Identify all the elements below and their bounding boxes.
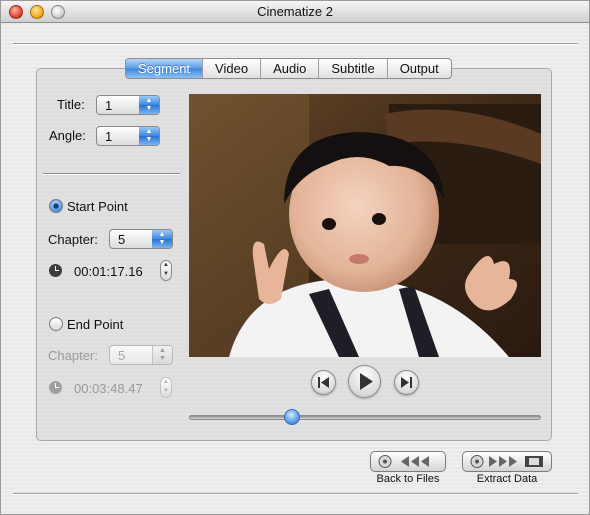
popup-arrows-icon: ▲ ▼ [152, 230, 172, 248]
end-point-label: End Point [67, 317, 124, 332]
previous-button[interactable] [311, 370, 336, 395]
zoom-icon [52, 6, 64, 18]
skip-back-icon [318, 377, 329, 388]
next-button[interactable] [394, 370, 419, 395]
angle-value: 1 [105, 129, 113, 144]
position-slider[interactable] [189, 409, 541, 425]
title-value: 1 [105, 98, 113, 113]
tab-subtitle[interactable]: Subtitle [319, 59, 388, 78]
video-preview [189, 94, 541, 357]
sidebar-divider [43, 173, 180, 174]
tab-output[interactable]: Output [388, 59, 451, 78]
end-chapter-value: 5 [118, 348, 126, 363]
clock-icon [49, 264, 62, 277]
play-icon [360, 373, 373, 390]
zoom-window-button[interactable] [51, 5, 65, 19]
window-title: Cinematize 2 [257, 4, 333, 19]
tab-bar: Segment Video Audio Subtitle Output [125, 58, 452, 79]
minimize-icon [31, 6, 43, 18]
end-chapter-label: Chapter: [48, 348, 98, 363]
skip-forward-icon [401, 377, 412, 388]
end-chapter-popup[interactable]: 5 ▲ ▼ [109, 345, 173, 365]
disc-rewind-icon [378, 455, 429, 468]
end-time-field[interactable]: 00:03:48.47 [74, 381, 143, 396]
back-to-files-button[interactable] [370, 451, 446, 472]
slider-knob[interactable] [284, 409, 300, 425]
extract-data-label: Extract Data [476, 473, 538, 485]
tab-video[interactable]: Video [203, 59, 262, 78]
start-point-label: Start Point [67, 199, 128, 214]
clock-icon [49, 381, 62, 394]
start-point-radio[interactable] [49, 199, 63, 213]
title-bar: Cinematize 2 [1, 1, 589, 23]
start-chapter-value: 5 [118, 232, 126, 247]
angle-label: Angle: [49, 128, 86, 143]
extract-data-button[interactable] [462, 451, 552, 472]
play-button[interactable] [348, 365, 381, 398]
top-separator [13, 43, 578, 44]
tab-segment[interactable]: Segment [126, 59, 204, 78]
popup-arrows-icon: ▲ ▼ [139, 127, 159, 145]
end-point-radio[interactable] [49, 317, 63, 331]
start-chapter-popup[interactable]: 5 ▲ ▼ [109, 229, 173, 249]
close-icon [10, 6, 22, 18]
popup-arrows-icon: ▲ ▼ [139, 96, 159, 114]
video-frame-image [189, 94, 541, 357]
disc-film-icon [470, 455, 543, 468]
start-chapter-label: Chapter: [48, 232, 98, 247]
close-window-button[interactable] [9, 5, 23, 19]
tab-audio[interactable]: Audio [261, 59, 320, 78]
title-label: Title: [57, 97, 85, 112]
end-time-stepper[interactable]: ▲ ▼ [160, 377, 172, 398]
start-time-field[interactable]: 00:01:17.16 [74, 264, 143, 279]
start-time-stepper[interactable]: ▲ ▼ [160, 260, 172, 281]
angle-popup[interactable]: 1 ▲ ▼ [96, 126, 160, 146]
bottom-separator [13, 493, 578, 494]
title-popup[interactable]: 1 ▲ ▼ [96, 95, 160, 115]
app-window: Cinematize 2 Segment Video Audio Subtitl… [0, 0, 590, 515]
popup-arrows-icon: ▲ ▼ [152, 346, 172, 364]
minimize-window-button[interactable] [30, 5, 44, 19]
back-to-files-label: Back to Files [376, 473, 440, 485]
